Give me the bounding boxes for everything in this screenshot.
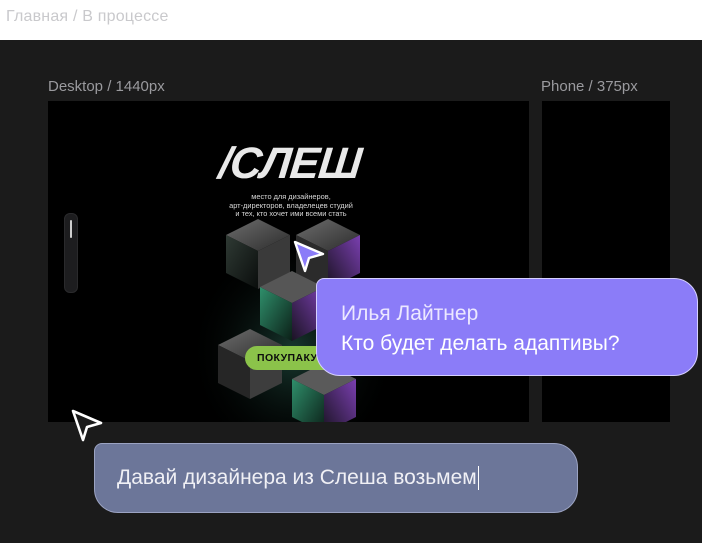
chat-input-text[interactable]: Давай дизайнера из Слеша возьмем xyxy=(117,466,477,490)
chat-author: Илья Лайтнер xyxy=(341,302,479,325)
slesh-logo: /СЛЕШ xyxy=(216,139,364,188)
text-caret xyxy=(477,466,480,490)
frame-label-desktop[interactable]: Desktop / 1440px xyxy=(48,78,165,95)
frame-label-phone[interactable]: Phone / 375px xyxy=(541,78,638,95)
breadcrumb[interactable]: Главная / В процессе xyxy=(6,8,169,26)
cursor-arrow-icon-purple xyxy=(293,240,325,273)
chat-input-bubble[interactable]: Давай дизайнера из Слеша возьмем xyxy=(94,443,578,513)
scroll-indicator[interactable] xyxy=(64,213,78,293)
chat-message: Кто будет делать адаптивы? xyxy=(341,332,620,355)
cursor-arrow-icon-white xyxy=(71,409,103,442)
chat-bubble-incoming[interactable]: Илья Лайтнер Кто будет делать адаптивы? xyxy=(316,278,698,376)
